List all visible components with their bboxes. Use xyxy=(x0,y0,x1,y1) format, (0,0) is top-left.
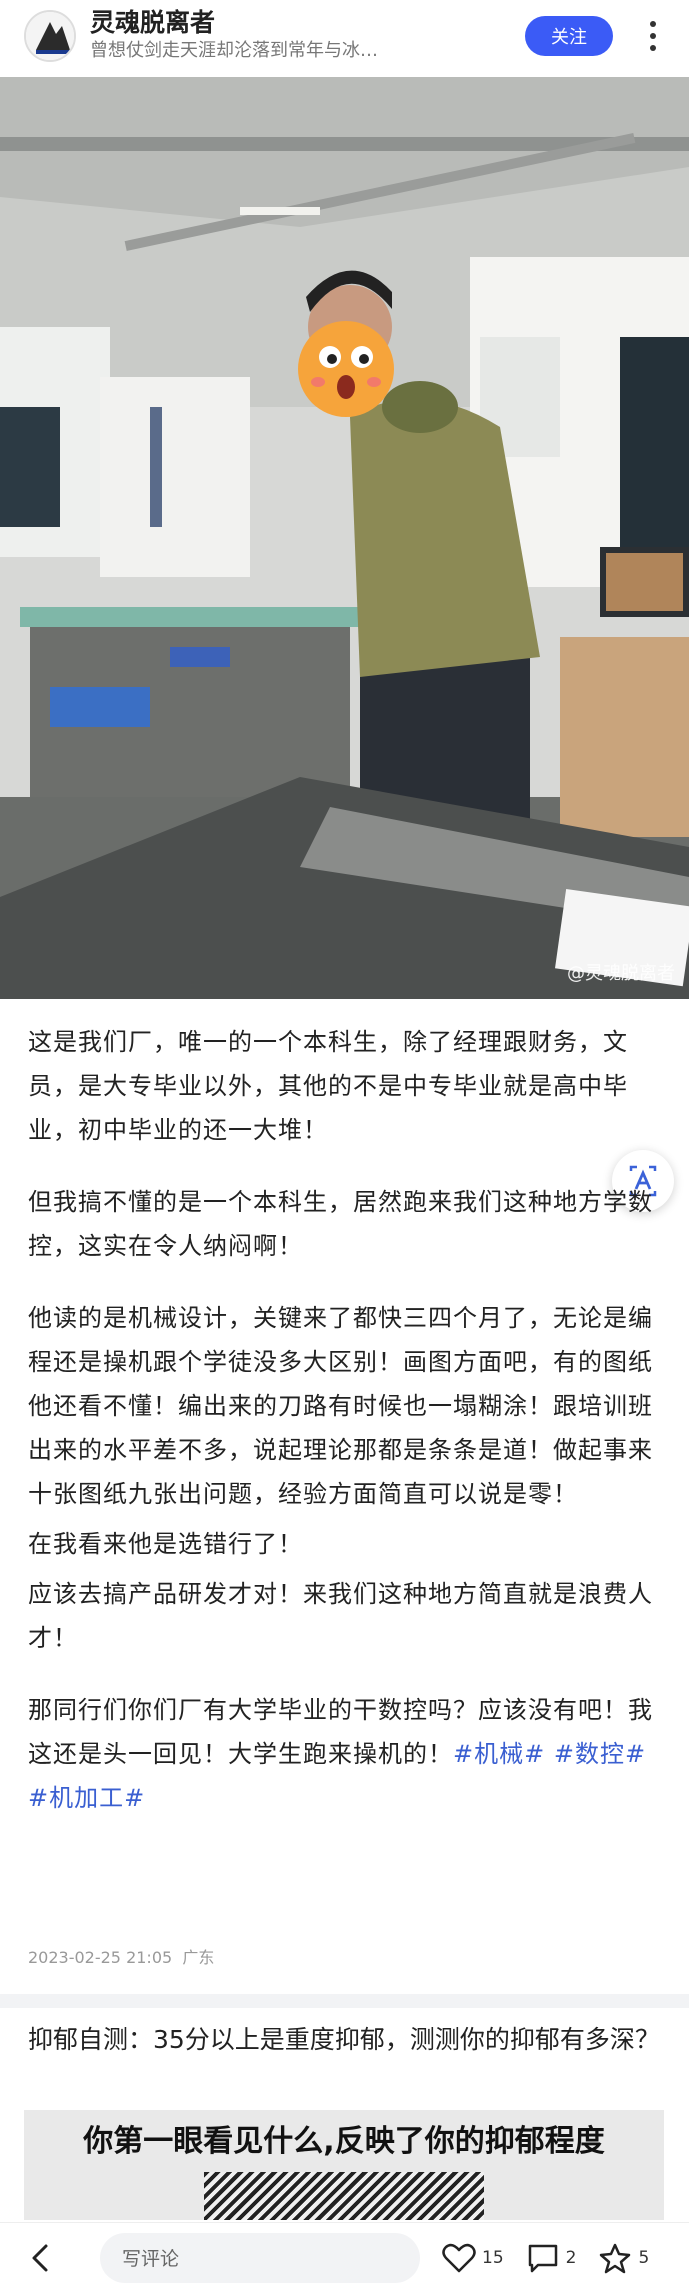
photo-watermark: @灵魂脱离者 xyxy=(567,963,675,984)
post-last-paragraph: 那同行们你们厂有大学毕业的干数控吗？应该没有吧！我这还是头一回见！大学生跑来操机… xyxy=(28,1688,664,1820)
ad-pattern-image xyxy=(204,2172,484,2220)
avatar[interactable] xyxy=(24,10,76,62)
hashtag-link[interactable]: #机加工# xyxy=(28,1784,145,1812)
follow-button[interactable]: 关注 xyxy=(525,16,613,56)
user-name[interactable]: 灵魂脱离者 xyxy=(90,8,525,38)
user-signature: 曾想仗剑走天涯却沦落到常年与冰… xyxy=(90,40,378,61)
back-arrow-icon xyxy=(32,2244,48,2271)
ad-title[interactable]: 抑郁自测：35分以上是重度抑郁，测测你的抑郁有多深？ xyxy=(28,2018,668,2062)
comment-input[interactable]: 写评论 xyxy=(100,2232,420,2283)
section-divider xyxy=(0,1994,689,2008)
post-paragraph: 这是我们厂，唯一的一个本科生，除了经理跟财务，文员，是大专毕业以外，其他的不是中… xyxy=(28,1028,628,1144)
post-content: 这是我们厂，唯一的一个本科生，除了经理跟财务，文员，是大专毕业以外，其他的不是中… xyxy=(28,1020,664,1848)
star-count: 5 xyxy=(638,2247,650,2268)
post-photo[interactable]: @灵魂脱离者 xyxy=(0,77,689,999)
star-icon xyxy=(600,2243,631,2273)
post-paragraph: 在我看来他是选错行了！ xyxy=(28,1530,303,1558)
favorite-button[interactable]: 5 xyxy=(598,2242,649,2274)
ad-banner[interactable]: 你第一眼看见什么,反映了你的抑郁程度 xyxy=(24,2110,664,2220)
post-location: 广东 xyxy=(182,1948,215,1967)
like-count: 15 xyxy=(482,2247,504,2268)
post-paragraph: 但我搞不懂的是一个本科生，居然跑来我们这种地方学数控，这实在令人纳闷啊！ xyxy=(28,1188,653,1260)
bottom-action-bar: 写评论 15 2 5 xyxy=(0,2222,689,2292)
comment-count: 2 xyxy=(565,2247,577,2268)
more-icon[interactable] xyxy=(641,16,665,56)
ad-banner-text: 你第一眼看见什么,反映了你的抑郁程度 xyxy=(83,2124,605,2159)
comment-button[interactable]: 2 xyxy=(526,2242,577,2274)
post-page: 灵魂脱离者 曾想仗剑走天涯却沦落到常年与冰… 关注 @灵魂脱离者 这是我们厂，唯… xyxy=(0,0,689,2292)
hashtag-link[interactable]: #数控# xyxy=(554,1740,646,1768)
post-header: 灵魂脱离者 曾想仗剑走天涯却沦落到常年与冰… 关注 xyxy=(0,0,689,72)
heart-icon xyxy=(442,2243,476,2272)
workshop-photo xyxy=(0,77,689,999)
post-meta: 2023-02-25 21:05 广东 xyxy=(28,1944,214,1968)
comment-icon xyxy=(528,2244,557,2272)
back-button[interactable] xyxy=(20,2238,60,2278)
post-paragraph: 应该去搞产品研发才对！来我们这种地方简直就是浪费人才！ xyxy=(28,1580,653,1652)
post-paragraph: 他读的是机械设计，关键来了都快三四个月了，无论是编程还是操机跟个学徒没多大区别！… xyxy=(28,1304,653,1508)
like-button[interactable]: 15 xyxy=(442,2242,504,2274)
post-date: 2023-02-25 21:05 xyxy=(28,1948,173,1967)
hashtag-link[interactable]: #机械# xyxy=(453,1740,545,1768)
avatar-image xyxy=(26,12,74,60)
